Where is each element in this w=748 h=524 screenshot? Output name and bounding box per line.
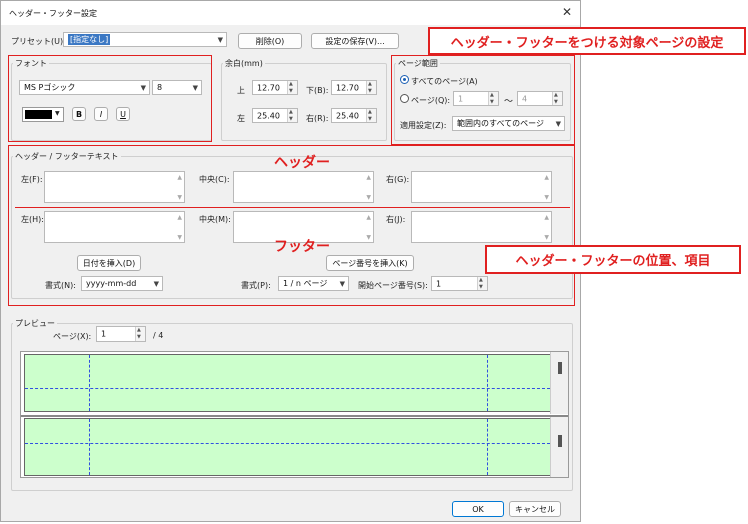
guide-line <box>25 388 550 389</box>
preview-split <box>21 415 568 417</box>
guide-line <box>487 355 488 411</box>
guide-line <box>89 355 90 411</box>
margin-left-input[interactable]: 25.40 ▲ ▼ <box>252 108 298 123</box>
close-icon[interactable]: ✕ <box>562 5 572 19</box>
scroll-thumb[interactable] <box>558 362 562 374</box>
cancel-button[interactable]: キャンセル <box>509 501 561 517</box>
preview-group-label: プレビュー <box>13 318 57 329</box>
margin-right-label: 右(R): <box>306 114 329 123</box>
preview-page-label: ページ(X): <box>53 332 92 341</box>
margin-top-label: 上 <box>237 86 245 95</box>
guide-line <box>487 419 488 475</box>
scroll-thumb[interactable] <box>558 435 562 447</box>
font-annotation-box <box>8 55 212 142</box>
margin-right-value: 25.40 <box>336 111 359 120</box>
guide-line <box>25 443 550 444</box>
margin-left-label: 左 <box>237 114 245 123</box>
margin-top-value: 12.70 <box>257 83 280 92</box>
margin-right-input[interactable]: 25.40 ▲ ▼ <box>331 108 377 123</box>
preset-value: [指定なし] <box>68 34 111 45</box>
footer-annotation: フッター <box>274 239 330 255</box>
preview-page-total: / 4 <box>153 331 164 340</box>
margin-bottom-value: 12.70 <box>336 83 359 92</box>
preview-scrollbar-bottom[interactable] <box>550 417 568 477</box>
spin-buttons[interactable]: ▲ ▼ <box>287 81 297 94</box>
header-annotation: ヘッダー <box>274 155 330 171</box>
ok-button[interactable]: OK <box>452 501 504 517</box>
window-title: ヘッダー・フッター設定 <box>9 9 97 18</box>
preview-area <box>20 351 569 478</box>
title-bar: ヘッダー・フッター設定 ✕ <box>1 1 580 25</box>
margin-group <box>221 63 387 141</box>
preview-footer-page <box>24 418 551 476</box>
margin-bottom-label: 下(B): <box>306 86 329 95</box>
spin-buttons[interactable]: ▲ ▼ <box>366 81 376 94</box>
preset-label: プリセット(U): <box>11 37 66 46</box>
position-items-callout: ヘッダー・フッターの位置、項目 <box>485 245 741 274</box>
preset-select[interactable]: [指定なし] ▼ <box>63 32 227 47</box>
spin-buttons[interactable]: ▲ ▼ <box>366 109 376 122</box>
delete-preset-button[interactable]: 削除(O) <box>238 33 302 49</box>
page-range-annotation-box <box>391 55 575 145</box>
spin-buttons[interactable]: ▲ ▼ <box>135 327 145 341</box>
preview-scrollbar-top[interactable] <box>550 352 568 414</box>
target-pages-callout: ヘッダー・フッターをつける対象ページの設定 <box>428 27 746 55</box>
guide-line <box>89 419 90 475</box>
preview-page-input[interactable]: 1 ▲ ▼ <box>96 326 146 342</box>
margin-bottom-input[interactable]: 12.70 ▲ ▼ <box>331 80 377 95</box>
spin-buttons[interactable]: ▲ ▼ <box>287 109 297 122</box>
margin-top-input[interactable]: 12.70 ▲ ▼ <box>252 80 298 95</box>
margin-group-label: 余白(mm) <box>223 58 265 69</box>
chevron-down-icon: ▼ <box>217 35 223 44</box>
preview-header-page <box>24 354 551 412</box>
save-preset-button[interactable]: 設定の保存(V)... <box>311 33 399 49</box>
preview-page-value: 1 <box>101 329 107 339</box>
margin-left-value: 25.40 <box>257 111 280 120</box>
